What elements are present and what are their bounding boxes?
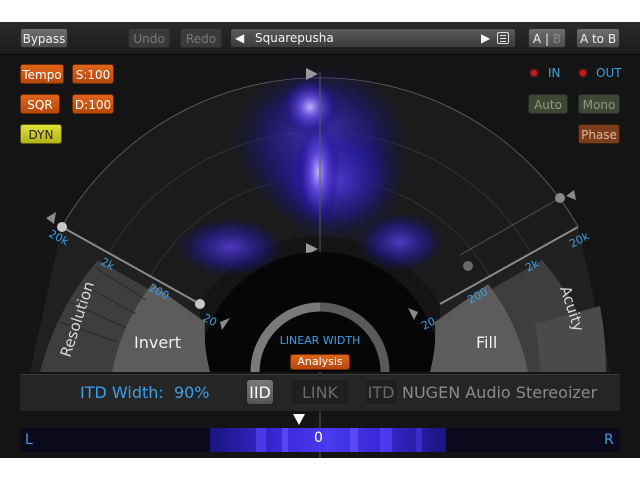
right-inner-handle[interactable] (463, 261, 473, 271)
dyn-button[interactable]: DYN (20, 124, 62, 144)
bottom-control-bar: ITD Width: 90% IID LINK ITD NUGEN Audio … (20, 374, 620, 411)
meter-center-label: 0 (314, 430, 323, 446)
out-label: OUT (596, 66, 622, 80)
invert-label: Invert (134, 333, 181, 352)
pan-position-marker-icon[interactable] (293, 414, 305, 425)
stereo-balance-meter: L 0 R (20, 428, 620, 452)
tempo-button[interactable]: Tempo (20, 64, 64, 84)
right-outer-handle[interactable] (555, 193, 565, 203)
itd-width-readout[interactable]: ITD Width: 90% (80, 383, 210, 402)
iid-toggle[interactable]: IID (246, 379, 274, 405)
d100-button[interactable]: D:100 (72, 94, 114, 114)
link-toggle[interactable]: LINK (290, 379, 350, 405)
out-led (580, 70, 586, 76)
analysis-button[interactable]: Analysis (290, 354, 350, 370)
brand-name: NUGEN Audio Stereoizer (402, 383, 598, 402)
s100-button[interactable]: S:100 (72, 64, 114, 84)
field-core-top (280, 77, 340, 137)
sqr-button[interactable]: SQR (20, 94, 60, 114)
phase-button[interactable]: Phase (578, 124, 620, 144)
itd-toggle[interactable]: ITD (364, 379, 398, 405)
right-band-marker-icon[interactable] (566, 190, 576, 200)
stereoizer-plugin-window: Bypass Undo Redo ◀ Squarepusha ▶ A | B A… (0, 22, 640, 458)
left-inner-handle[interactable] (195, 299, 205, 309)
in-led (531, 70, 537, 76)
meter-right-label: R (604, 432, 614, 448)
fill-label: Fill (476, 333, 497, 352)
linear-width-label: LINEAR WIDTH (280, 334, 361, 347)
left-band-marker-icon[interactable] (46, 212, 56, 224)
meter-left-label: L (25, 432, 33, 448)
in-label: IN (548, 66, 561, 80)
mono-button[interactable]: Mono (578, 94, 620, 114)
auto-button[interactable]: Auto (528, 94, 568, 114)
